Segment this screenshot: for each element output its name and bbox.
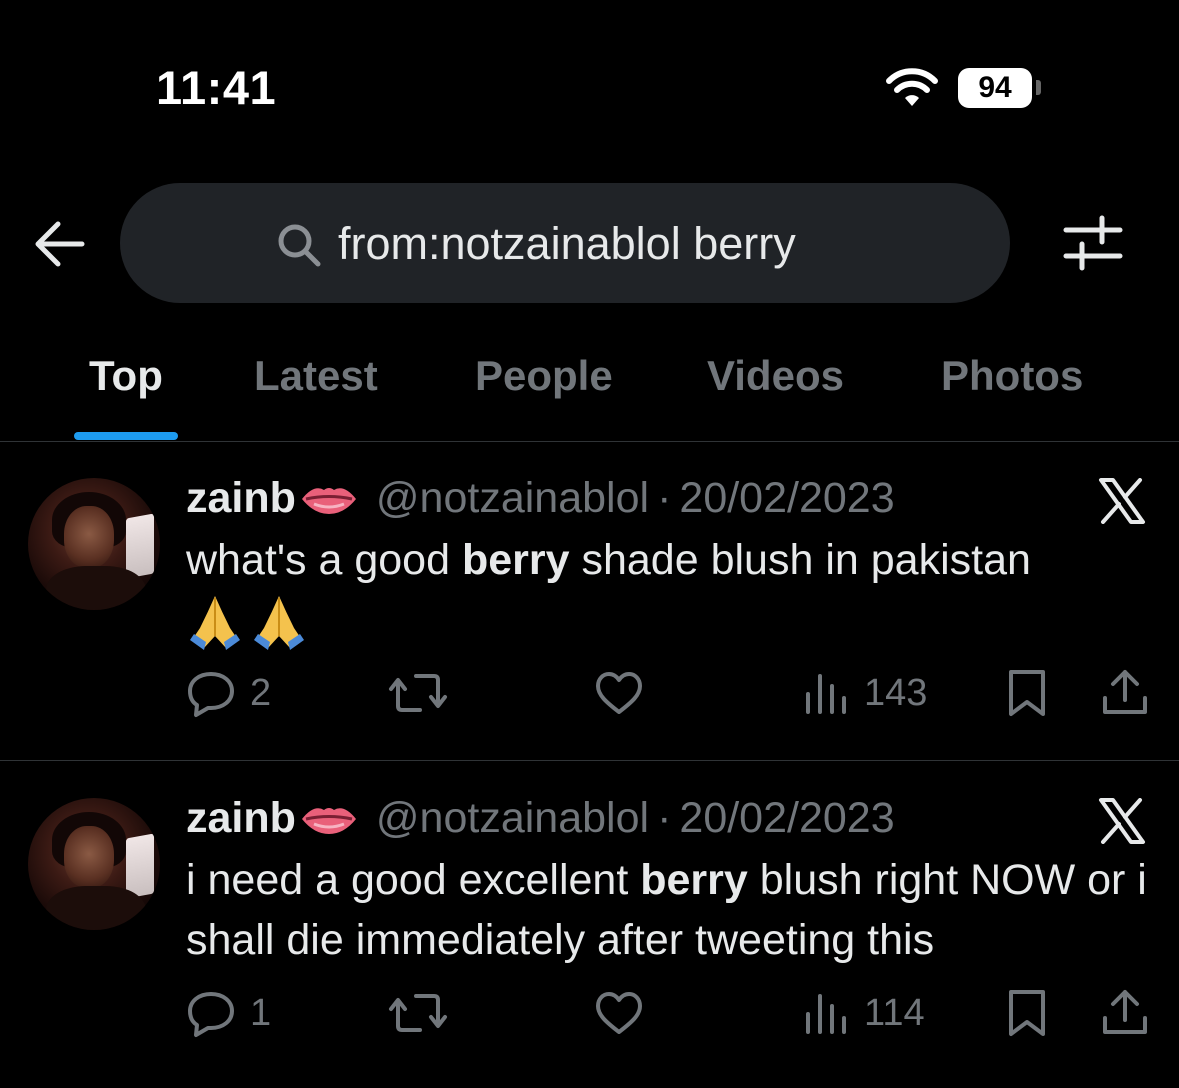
views-button[interactable]: 143 <box>800 668 927 718</box>
reply-button[interactable]: 1 <box>186 988 271 1038</box>
display-name[interactable]: zainb <box>186 794 296 843</box>
bookmark-icon <box>1009 670 1045 716</box>
bookmark-icon <box>1009 990 1045 1036</box>
battery-level: 94 <box>978 71 1012 104</box>
tweet[interactable]: zainb @notzainablol · 20/02/2023 what's … <box>0 474 1179 754</box>
tweet-date[interactable]: 20/02/2023 <box>679 474 894 523</box>
tab-photos[interactable]: Photos <box>941 352 1083 400</box>
highlight-term: berry <box>640 856 748 904</box>
display-name[interactable]: zainb <box>186 474 296 523</box>
bookmark-button[interactable] <box>1002 988 1052 1038</box>
views-count: 143 <box>864 671 928 714</box>
search-tabs: Top Latest People Videos Photos <box>0 340 1179 442</box>
folded-hands-emoji <box>190 596 240 650</box>
reply-button[interactable]: 2 <box>186 668 271 718</box>
handle[interactable]: @notzainablol <box>376 474 649 523</box>
tab-people[interactable]: People <box>475 352 613 400</box>
views-button[interactable]: 114 <box>800 988 925 1038</box>
tweet[interactable]: zainb @notzainablol · 20/02/2023 i need … <box>0 794 1179 1074</box>
retweet-icon <box>389 994 447 1032</box>
tab-top[interactable]: Top <box>89 352 163 400</box>
share-button[interactable] <box>1100 668 1150 718</box>
tweet-actions: 2 143 <box>0 668 1179 728</box>
filter-sliders-icon[interactable] <box>1062 214 1124 272</box>
highlight-term: berry <box>461 536 570 584</box>
tweet-actions: 1 114 <box>0 988 1179 1048</box>
tab-latest[interactable]: Latest <box>254 352 378 400</box>
tabs-divider <box>0 441 1179 442</box>
screen: 11:41 94 from:notzainablol berry Top Lat… <box>0 0 1179 1088</box>
battery-tip <box>1036 80 1041 95</box>
retweet-button[interactable] <box>388 988 448 1038</box>
folded-hands-emoji <box>254 596 304 650</box>
emoji-row <box>186 592 308 650</box>
like-button[interactable] <box>594 988 644 1038</box>
separator: · <box>657 474 672 522</box>
status-time: 11:41 <box>156 61 277 114</box>
active-tab-indicator <box>74 432 178 440</box>
reply-icon <box>188 992 234 1037</box>
separator: · <box>657 794 672 842</box>
tweet-header: zainb @notzainablol · 20/02/2023 <box>186 474 895 523</box>
tweet-header: zainb @notzainablol · 20/02/2023 <box>186 794 895 843</box>
back-arrow-icon[interactable] <box>30 218 88 270</box>
share-icon <box>1103 990 1147 1034</box>
wifi-icon <box>886 68 938 106</box>
avatar[interactable] <box>28 798 160 930</box>
lips-emoji <box>301 807 356 834</box>
share-icon <box>1103 670 1147 714</box>
views-count: 114 <box>864 991 925 1034</box>
reply-icon <box>188 672 234 717</box>
battery-icon: 94 <box>958 68 1032 108</box>
handle[interactable]: @notzainablol <box>376 794 649 843</box>
search-query[interactable]: from:notzainablol berry <box>338 218 796 270</box>
bookmark-button[interactable] <box>1002 668 1052 718</box>
tweet-date[interactable]: 20/02/2023 <box>679 794 894 843</box>
search-icon <box>278 224 321 267</box>
avatar[interactable] <box>28 478 160 610</box>
reply-count: 2 <box>250 671 272 714</box>
share-button[interactable] <box>1100 988 1150 1038</box>
tab-videos[interactable]: Videos <box>707 352 844 400</box>
views-icon <box>806 994 846 1034</box>
retweet-icon <box>389 674 447 712</box>
x-logo-icon <box>1099 798 1145 844</box>
tweet-text: what's a good berry shade blush in pakis… <box>186 536 1031 584</box>
lips-emoji <box>301 487 356 514</box>
tweet-divider <box>0 760 1179 761</box>
like-icon <box>596 992 642 1034</box>
tweet-text: i need a good excellent berry blush righ… <box>186 856 1147 964</box>
views-icon <box>806 674 846 714</box>
reply-count: 1 <box>250 991 272 1034</box>
like-icon <box>596 672 642 714</box>
x-logo-icon <box>1099 478 1145 524</box>
like-button[interactable] <box>594 668 644 718</box>
retweet-button[interactable] <box>388 668 448 718</box>
